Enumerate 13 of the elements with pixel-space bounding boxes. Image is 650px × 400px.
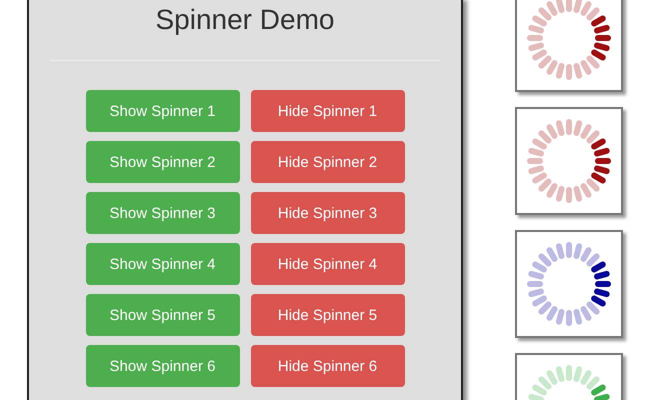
show-spinner-button[interactable]: Show Spinner 4: [86, 243, 240, 285]
show-spinner-button[interactable]: Show Spinner 1: [86, 90, 240, 132]
hide-spinner-button[interactable]: Hide Spinner 3: [250, 192, 404, 234]
hide-spinner-button[interactable]: Hide Spinner 2: [250, 141, 404, 183]
page-title: Spinner Demo: [156, 4, 334, 36]
show-spinner-button[interactable]: Show Spinner 3: [86, 192, 240, 234]
hide-spinner-button[interactable]: Hide Spinner 5: [250, 294, 404, 336]
show-spinner-button[interactable]: Show Spinner 5: [86, 294, 240, 336]
show-spinner-button[interactable]: Show Spinner 6: [86, 345, 240, 387]
show-spinner-button[interactable]: Show Spinner 2: [86, 141, 240, 183]
hide-spinner-button[interactable]: Hide Spinner 6: [250, 345, 404, 387]
hide-spinner-button[interactable]: Hide Spinner 4: [250, 243, 404, 285]
hide-spinner-button[interactable]: Hide Spinner 1: [250, 90, 404, 132]
